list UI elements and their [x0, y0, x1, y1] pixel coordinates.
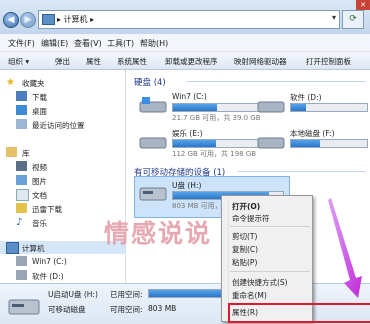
forward-icon[interactable]: ▶ — [20, 12, 36, 28]
computer-icon — [42, 14, 55, 25]
details-name: U启动U盘 (H:) — [48, 290, 98, 299]
menu-open[interactable]: 打开(O) — [222, 200, 312, 212]
refresh-icon[interactable]: ⟳ — [342, 10, 364, 29]
address-bar-region: ✕ ◀ ▶ ▸ 计算机 ▸ ▾ ⟳ — [0, 0, 370, 34]
usage-bar — [291, 104, 307, 111]
nav-favorites[interactable]: ★ 收藏夹 — [0, 76, 125, 89]
watermark: 情感说说 — [104, 219, 213, 248]
details-used-label: 已用空间: — [110, 290, 143, 299]
drive-icon — [16, 270, 27, 280]
divider — [238, 171, 366, 172]
divider — [186, 81, 366, 82]
details-type: 可移动磁盘 — [48, 305, 86, 314]
menu-create-shortcut[interactable]: 创建快捷方式(S) — [222, 276, 312, 288]
section-hard-disks[interactable]: 硬盘 (4) — [134, 76, 166, 88]
details-free: 803 MB — [148, 304, 177, 313]
usb-drive-icon — [8, 299, 40, 315]
system-properties-button[interactable]: 系统属性 — [117, 56, 147, 67]
folder-icon — [16, 203, 27, 213]
breadcrumb[interactable]: ▸ 计算机 ▸ — [57, 14, 94, 25]
nav-videos[interactable]: 视频 — [0, 160, 125, 173]
nav-pictures[interactable]: 图片 — [0, 174, 125, 187]
eject-button[interactable]: 弹出 — [55, 56, 70, 67]
music-icon: ♪ — [16, 217, 23, 228]
computer-icon — [6, 242, 19, 254]
drive-icon — [256, 94, 286, 114]
document-icon — [16, 189, 29, 201]
library-icon — [6, 147, 17, 157]
back-icon[interactable]: ◀ — [3, 12, 19, 28]
nav-recent[interactable]: 最近访问的位置 — [0, 118, 125, 131]
nav-drive-d[interactable]: 软件 (D:) — [0, 269, 125, 282]
details-usage-fill — [149, 290, 224, 297]
drive-icon — [256, 130, 286, 150]
menu-edit[interactable]: 编辑(E) — [41, 38, 68, 49]
properties-button[interactable]: 属性 — [86, 56, 101, 67]
menu-help[interactable]: 帮助(H) — [140, 38, 168, 49]
menu-command-prompt[interactable]: 命令提示符 — [222, 212, 312, 224]
usage-bar — [173, 140, 216, 147]
organize-button[interactable]: 组织 ▾ — [8, 56, 29, 67]
download-folder-icon — [16, 91, 27, 101]
menu-view[interactable]: 查看(V) — [74, 38, 102, 49]
nav-downloads[interactable]: 下载 — [0, 90, 125, 103]
nav-desktop[interactable]: 桌面 — [0, 104, 125, 117]
menu-bar: 文件(F) 编辑(E) 查看(V) 工具(T) 帮助(H) — [0, 34, 370, 52]
close-icon[interactable]: ✕ — [356, 0, 370, 10]
usage-bar — [173, 104, 217, 111]
desktop-icon — [16, 105, 27, 115]
windows-drive-icon — [138, 94, 168, 114]
navigation-pane: ★ 收藏夹 下载 桌面 最近访问的位置 库 视频 图片 文档 迅雷下载 ♪ 音乐… — [0, 70, 126, 283]
address-field[interactable]: ▸ 计算机 ▸ ▾ — [38, 10, 340, 29]
nav-libraries[interactable]: 库 — [0, 146, 125, 159]
drive-icon — [16, 256, 27, 266]
highlight-box — [228, 303, 370, 323]
menu-cut[interactable]: 剪切(T) — [222, 230, 312, 242]
menu-tools[interactable]: 工具(T) — [107, 38, 134, 49]
command-bar: 组织 ▾ 弹出 属性 系统属性 卸载或更改程序 映射网络驱动器 打开控制面板 — [0, 52, 370, 70]
menu-copy[interactable]: 复制(C) — [222, 243, 312, 255]
recent-places-icon — [16, 119, 27, 129]
picture-icon — [16, 175, 27, 185]
uninstall-program-button[interactable]: 卸载或更改程序 — [165, 56, 218, 67]
usb-drive-icon — [138, 182, 168, 202]
map-network-drive-button[interactable]: 映射网络驱动器 — [234, 56, 287, 67]
nav-documents[interactable]: 文档 — [0, 188, 125, 201]
open-control-panel-button[interactable]: 打开控制面板 — [306, 56, 351, 67]
star-icon: ★ — [6, 77, 15, 88]
video-icon — [16, 161, 27, 171]
usage-bar — [291, 140, 320, 147]
menu-file[interactable]: 文件(F) — [8, 38, 35, 49]
details-free-label: 可用空间: — [110, 305, 143, 314]
chevron-down-icon[interactable]: ▾ — [332, 13, 336, 22]
explorer-window: ✕ ◀ ▶ ▸ 计算机 ▸ ▾ ⟳ 文件(F) 编辑(E) 查看(V) 工具(T… — [0, 0, 370, 324]
menu-rename[interactable]: 重命名(M) — [222, 289, 312, 301]
menu-paste[interactable]: 粘贴(P) — [222, 256, 312, 268]
nav-drive-c[interactable]: Win7 (C:) — [0, 255, 125, 268]
drive-icon — [138, 130, 168, 150]
